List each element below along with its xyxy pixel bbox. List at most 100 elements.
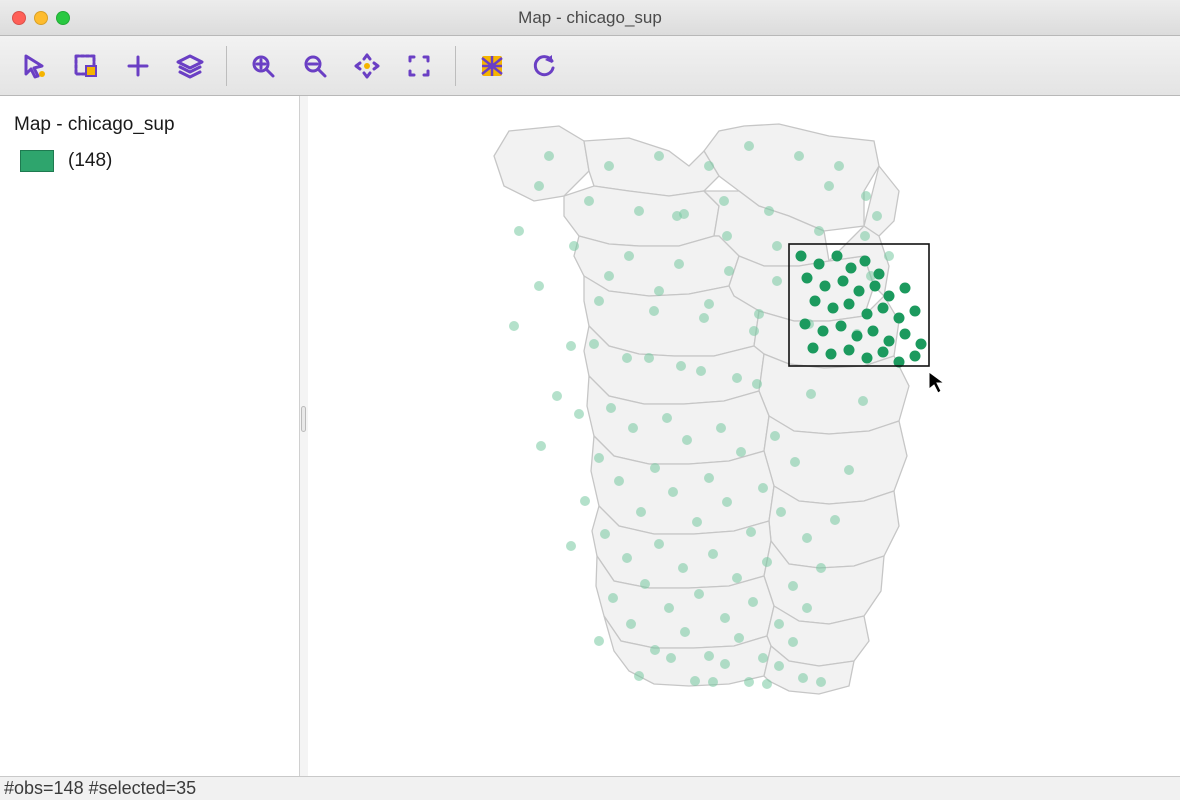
- data-point[interactable]: [699, 313, 709, 323]
- data-point[interactable]: [824, 181, 834, 191]
- data-point[interactable]: [634, 671, 644, 681]
- data-point[interactable]: [604, 161, 614, 171]
- data-point-selected[interactable]: [900, 283, 911, 294]
- data-point[interactable]: [772, 241, 782, 251]
- data-point-selected[interactable]: [838, 276, 849, 287]
- data-point[interactable]: [624, 251, 634, 261]
- data-point[interactable]: [594, 453, 604, 463]
- data-point[interactable]: [722, 497, 732, 507]
- data-point[interactable]: [758, 483, 768, 493]
- data-point-selected[interactable]: [826, 349, 837, 360]
- data-point[interactable]: [622, 353, 632, 363]
- data-point[interactable]: [534, 281, 544, 291]
- data-point[interactable]: [834, 161, 844, 171]
- data-point[interactable]: [830, 515, 840, 525]
- add-tool-button[interactable]: [116, 44, 160, 88]
- data-point[interactable]: [794, 151, 804, 161]
- data-point-selected[interactable]: [884, 291, 895, 302]
- data-point[interactable]: [772, 276, 782, 286]
- data-point[interactable]: [762, 679, 772, 689]
- data-point[interactable]: [736, 447, 746, 457]
- data-point[interactable]: [722, 231, 732, 241]
- data-point-selected[interactable]: [878, 303, 889, 314]
- data-point-selected[interactable]: [836, 321, 847, 332]
- data-point[interactable]: [720, 613, 730, 623]
- data-point[interactable]: [574, 409, 584, 419]
- data-point[interactable]: [692, 517, 702, 527]
- data-point[interactable]: [668, 487, 678, 497]
- data-point-selected[interactable]: [884, 336, 895, 347]
- data-point[interactable]: [644, 353, 654, 363]
- data-point-selected[interactable]: [862, 309, 873, 320]
- data-point[interactable]: [534, 181, 544, 191]
- data-point-selected[interactable]: [910, 306, 921, 317]
- data-point[interactable]: [569, 241, 579, 251]
- data-point[interactable]: [594, 636, 604, 646]
- layers-button[interactable]: [168, 44, 212, 88]
- data-point[interactable]: [544, 151, 554, 161]
- data-point[interactable]: [844, 465, 854, 475]
- data-point[interactable]: [552, 391, 562, 401]
- data-point[interactable]: [664, 603, 674, 613]
- select-rect-tool-button[interactable]: [64, 44, 108, 88]
- close-window-button[interactable]: [12, 11, 26, 25]
- zoom-window-button[interactable]: [56, 11, 70, 25]
- region-polygon[interactable]: [564, 186, 719, 246]
- data-point[interactable]: [806, 389, 816, 399]
- data-point[interactable]: [580, 496, 590, 506]
- data-point[interactable]: [774, 619, 784, 629]
- pan-tool-button[interactable]: [345, 44, 389, 88]
- data-point[interactable]: [872, 211, 882, 221]
- data-point[interactable]: [720, 659, 730, 669]
- pointer-tool-button[interactable]: [12, 44, 56, 88]
- data-point[interactable]: [694, 589, 704, 599]
- data-point[interactable]: [672, 211, 682, 221]
- splitter-handle[interactable]: [300, 96, 308, 776]
- data-point[interactable]: [719, 196, 729, 206]
- data-point[interactable]: [606, 403, 616, 413]
- data-point-selected[interactable]: [818, 326, 829, 337]
- data-point-selected[interactable]: [862, 353, 873, 364]
- data-point[interactable]: [589, 339, 599, 349]
- data-point[interactable]: [608, 593, 618, 603]
- data-point-selected[interactable]: [874, 269, 885, 280]
- data-point[interactable]: [704, 161, 714, 171]
- data-point[interactable]: [748, 597, 758, 607]
- data-point[interactable]: [758, 653, 768, 663]
- data-point[interactable]: [584, 196, 594, 206]
- data-point[interactable]: [696, 366, 706, 376]
- data-point-selected[interactable]: [900, 329, 911, 340]
- data-point[interactable]: [650, 463, 660, 473]
- refresh-button[interactable]: [522, 44, 566, 88]
- data-point[interactable]: [762, 557, 772, 567]
- data-point-selected[interactable]: [910, 351, 921, 362]
- data-point-selected[interactable]: [820, 281, 831, 292]
- data-point[interactable]: [749, 326, 759, 336]
- data-point[interactable]: [708, 549, 718, 559]
- data-point-selected[interactable]: [870, 281, 881, 292]
- data-point[interactable]: [654, 151, 664, 161]
- data-point[interactable]: [690, 676, 700, 686]
- data-point[interactable]: [790, 457, 800, 467]
- data-point[interactable]: [622, 553, 632, 563]
- data-point-selected[interactable]: [802, 273, 813, 284]
- data-point-selected[interactable]: [894, 313, 905, 324]
- data-point[interactable]: [752, 379, 762, 389]
- data-point[interactable]: [861, 191, 871, 201]
- data-point[interactable]: [816, 677, 826, 687]
- data-point[interactable]: [860, 231, 870, 241]
- data-point[interactable]: [732, 373, 742, 383]
- data-point-selected[interactable]: [860, 256, 871, 267]
- data-point[interactable]: [640, 579, 650, 589]
- data-point[interactable]: [858, 396, 868, 406]
- data-point[interactable]: [788, 637, 798, 647]
- minimize-window-button[interactable]: [34, 11, 48, 25]
- data-point[interactable]: [566, 541, 576, 551]
- data-point[interactable]: [708, 677, 718, 687]
- data-point-selected[interactable]: [844, 345, 855, 356]
- data-point[interactable]: [634, 206, 644, 216]
- full-extent-button[interactable]: [397, 44, 441, 88]
- data-point[interactable]: [764, 206, 774, 216]
- data-point-selected[interactable]: [796, 251, 807, 262]
- data-point[interactable]: [509, 321, 519, 331]
